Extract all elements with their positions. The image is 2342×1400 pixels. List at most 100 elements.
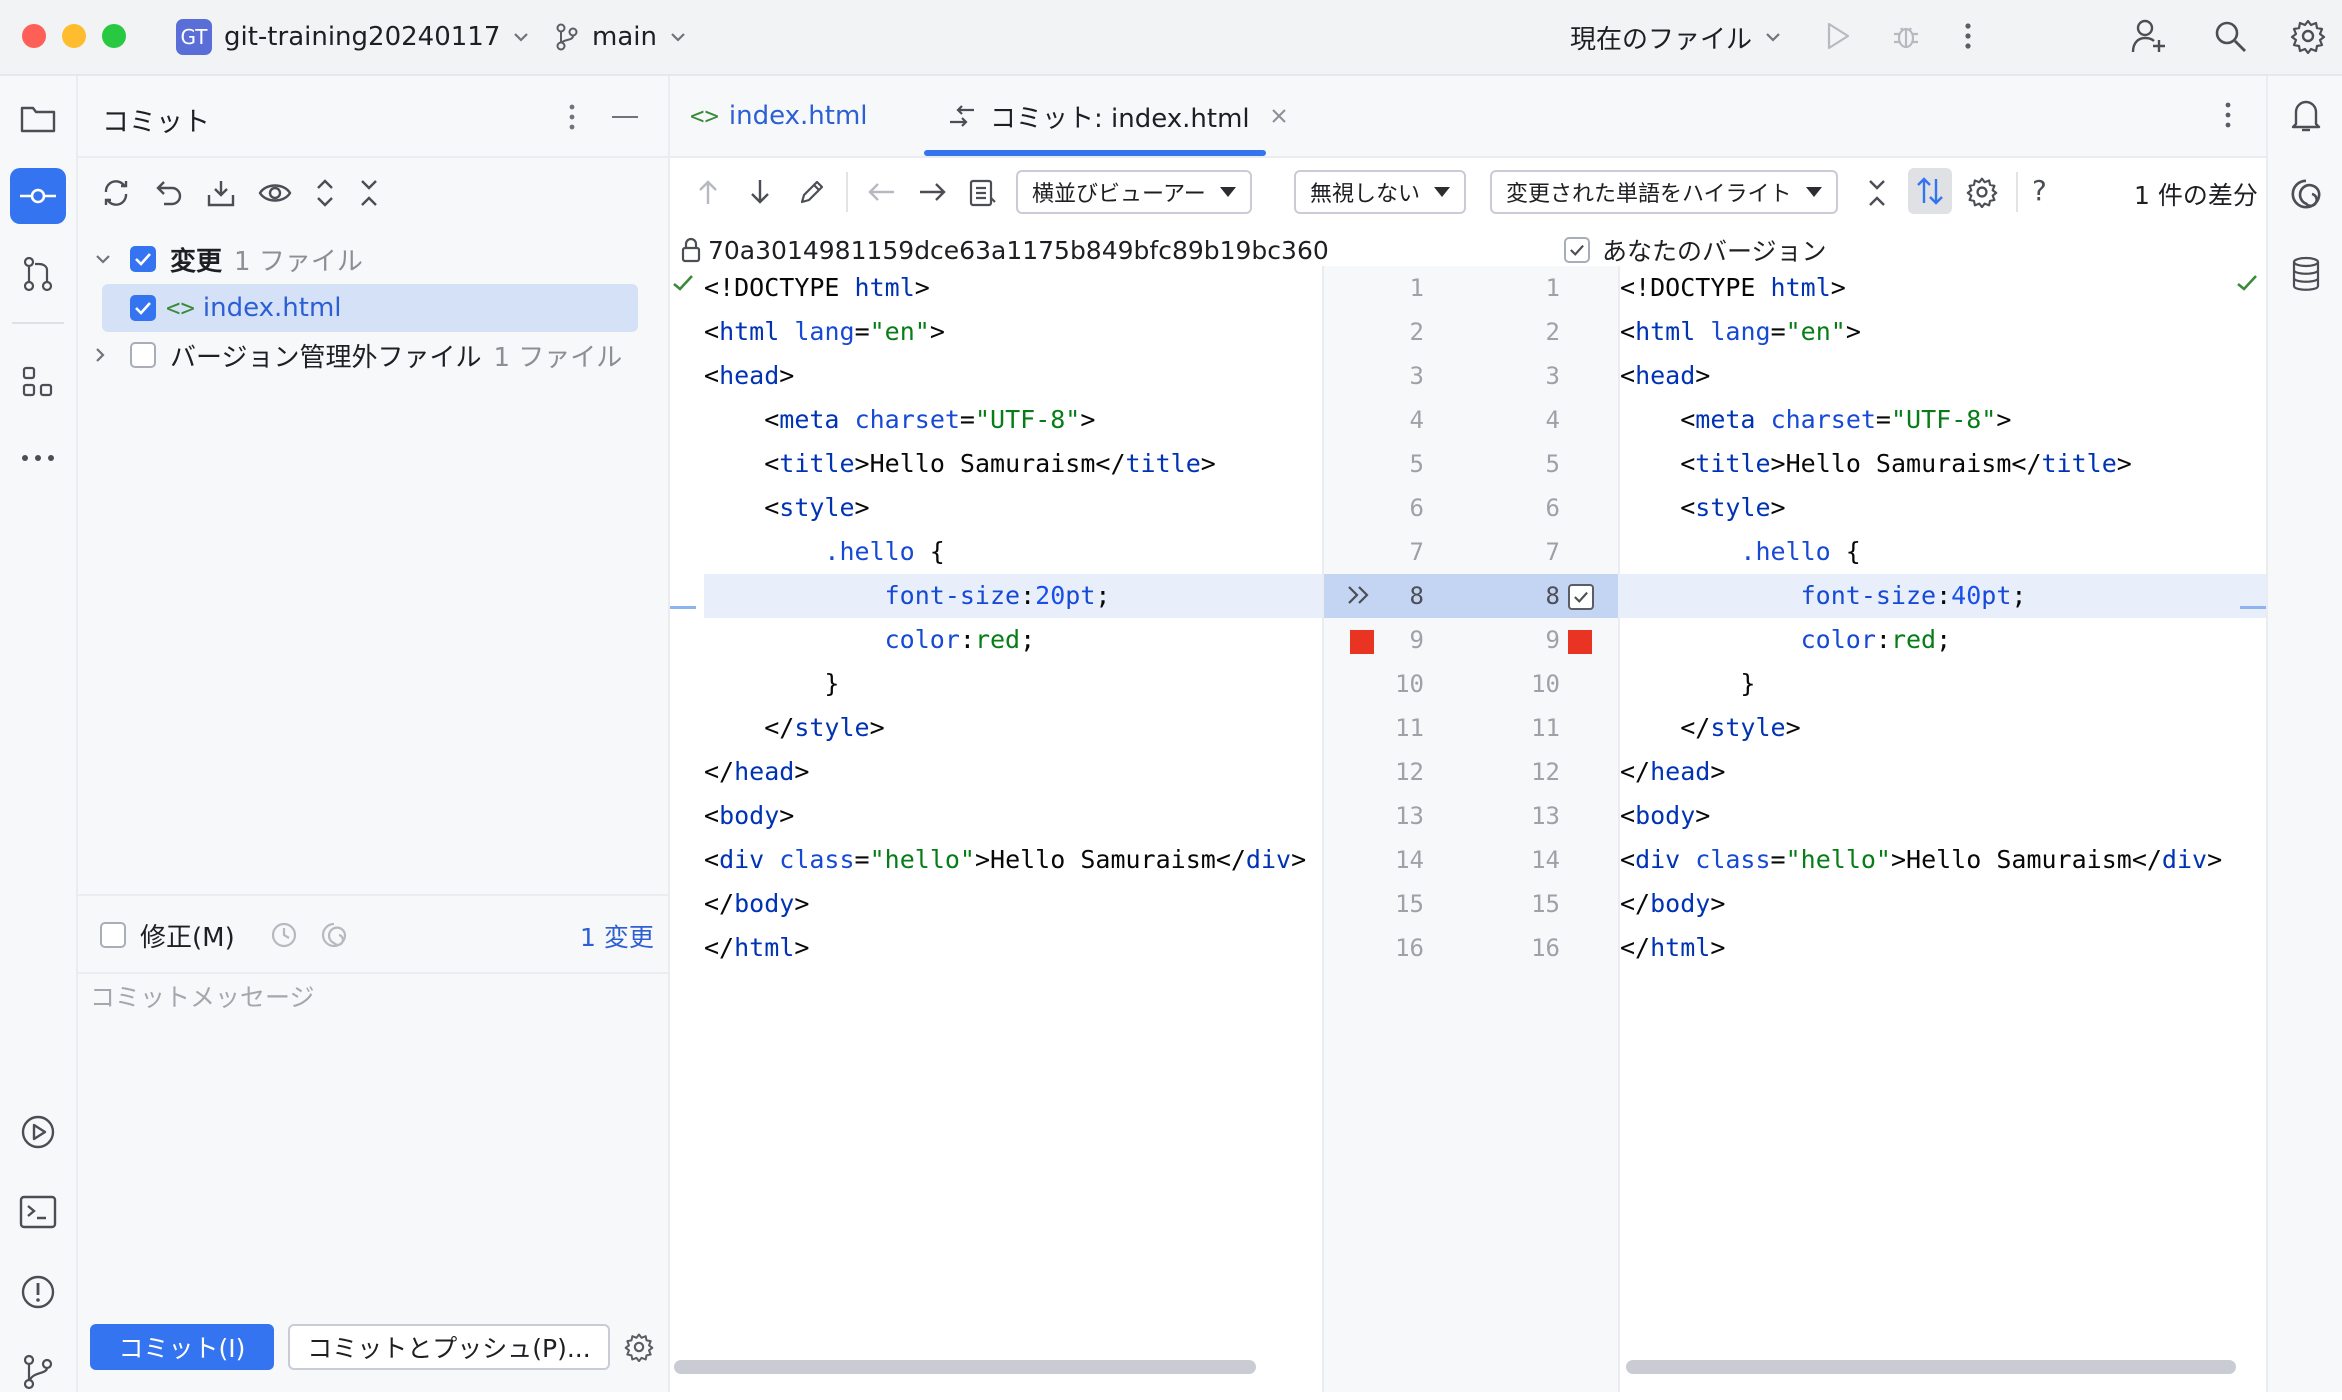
right-line-number-12[interactable]: 12 — [1500, 750, 1560, 794]
eye-icon[interactable] — [258, 181, 292, 205]
debug-icon[interactable] — [1890, 20, 1922, 52]
ai-assistant-icon[interactable] — [2288, 176, 2324, 212]
refresh-icon[interactable] — [100, 178, 132, 208]
run-icon[interactable] — [1822, 20, 1852, 52]
left-line-number-12[interactable]: 12 — [1364, 750, 1424, 794]
gear-icon[interactable] — [2290, 18, 2326, 54]
file-checkbox[interactable] — [130, 295, 156, 321]
highlight-mode-dropdown[interactable]: 変更された単語をハイライト — [1490, 170, 1838, 214]
add-user-icon[interactable] — [2130, 16, 2168, 56]
left-line-number-7[interactable]: 7 — [1364, 530, 1424, 574]
left-line-number-1[interactable]: 1 — [1364, 266, 1424, 310]
right-diff-pane[interactable]: <!DOCTYPE html> <html lang="en"> <head> <m… — [1618, 266, 2266, 1356]
right-line-number-5[interactable]: 5 — [1500, 442, 1560, 486]
right-line-number-15[interactable]: 15 — [1500, 882, 1560, 926]
left-line-number-3[interactable]: 3 — [1364, 354, 1424, 398]
right-line-number-7[interactable]: 7 — [1500, 530, 1560, 574]
file-view-icon[interactable] — [968, 178, 998, 208]
pull-request-icon[interactable] — [10, 246, 66, 302]
changes-checkbox[interactable] — [130, 246, 156, 272]
left-line-number-4[interactable]: 4 — [1364, 398, 1424, 442]
right-line-number-8[interactable]: 8 — [1500, 574, 1560, 618]
collapse-all-icon[interactable] — [358, 178, 380, 208]
left-line-number-14[interactable]: 14 — [1364, 838, 1424, 882]
more-vertical-icon[interactable] — [2222, 100, 2234, 130]
edit-source-icon[interactable] — [798, 178, 826, 206]
viewer-mode-dropdown[interactable]: 横並びビューアー — [1016, 170, 1252, 214]
project-folder-icon[interactable] — [10, 90, 66, 146]
branch-selector[interactable]: main — [554, 18, 687, 56]
chevron-down-icon[interactable] — [94, 253, 130, 265]
shelve-icon[interactable] — [206, 178, 236, 208]
collapse-unchanged-icon[interactable] — [1866, 178, 1888, 208]
close-window-button[interactable] — [22, 24, 46, 48]
right-line-number-11[interactable]: 11 — [1500, 706, 1560, 750]
tab-index-html[interactable]: <> index.html — [690, 76, 868, 156]
commit-and-push-button[interactable]: コミットとプッシュ(P)... — [288, 1324, 610, 1370]
right-line-number-13[interactable]: 13 — [1500, 794, 1560, 838]
minimize-icon[interactable] — [612, 116, 638, 118]
right-line-number-1[interactable]: 1 — [1500, 266, 1560, 310]
next-diff-icon[interactable] — [748, 178, 772, 206]
ai-assistant-icon[interactable] — [319, 920, 349, 950]
notifications-bell-icon[interactable] — [2288, 96, 2324, 134]
left-line-number-8[interactable]: 8 — [1364, 574, 1424, 618]
problems-icon[interactable] — [10, 1264, 66, 1320]
forward-arrow-icon[interactable] — [918, 180, 948, 204]
commit-tool-icon[interactable] — [10, 168, 66, 224]
minimize-window-button[interactable] — [62, 24, 86, 48]
ignore-mode-dropdown[interactable]: 無視しない — [1294, 170, 1467, 214]
back-arrow-icon[interactable] — [866, 180, 896, 204]
left-line-number-10[interactable]: 10 — [1364, 662, 1424, 706]
history-icon[interactable] — [269, 920, 299, 950]
right-line-number-10[interactable]: 10 — [1500, 662, 1560, 706]
right-line-number-6[interactable]: 6 — [1500, 486, 1560, 530]
commit-message-field[interactable]: コミットメッセージ — [78, 974, 668, 1384]
run-config-selector[interactable]: 現在のファイル — [1570, 18, 1782, 56]
left-horizontal-scrollbar[interactable] — [674, 1360, 1256, 1374]
right-line-number-16[interactable]: 16 — [1500, 926, 1560, 970]
right-line-number-3[interactable]: 3 — [1500, 354, 1560, 398]
left-diff-pane[interactable]: <!DOCTYPE html> <html lang="en"> <head> <m… — [670, 266, 1322, 1356]
more-vertical-icon[interactable] — [566, 102, 578, 132]
project-selector[interactable]: GT git-training20240117 — [176, 18, 530, 56]
right-line-number-9[interactable]: 9 — [1500, 618, 1560, 662]
close-icon[interactable] — [1270, 107, 1288, 125]
rollback-icon[interactable] — [154, 178, 184, 208]
tab-commit-diff[interactable]: コミット: index.html — [946, 76, 1288, 156]
terminal-icon[interactable] — [10, 1184, 66, 1240]
commit-options-gear-icon[interactable] — [624, 1332, 654, 1362]
search-icon[interactable] — [2212, 18, 2248, 54]
expand-all-icon[interactable] — [314, 178, 336, 208]
right-line-number-4[interactable]: 4 — [1500, 398, 1560, 442]
amend-checkbox[interactable] — [100, 922, 126, 948]
right-line-number-14[interactable]: 14 — [1500, 838, 1560, 882]
right-line-number-2[interactable]: 2 — [1500, 310, 1560, 354]
file-row-index-html[interactable]: <> index.html — [102, 284, 638, 332]
database-icon[interactable] — [2290, 256, 2322, 292]
gear-icon[interactable] — [1966, 176, 1998, 208]
right-horizontal-scrollbar[interactable] — [1626, 1360, 2236, 1374]
include-change-checkbox[interactable] — [1568, 584, 1594, 610]
left-line-number-11[interactable]: 11 — [1364, 706, 1424, 750]
your-version-checkbox[interactable] — [1564, 237, 1590, 263]
left-line-number-5[interactable]: 5 — [1364, 442, 1424, 486]
unversioned-checkbox[interactable] — [130, 342, 156, 368]
unversioned-group[interactable]: バージョン管理外ファイル 1 ファイル — [94, 332, 654, 378]
left-line-number-6[interactable]: 6 — [1364, 486, 1424, 530]
more-horizontal-icon[interactable] — [10, 430, 66, 486]
previous-diff-icon[interactable] — [696, 178, 720, 206]
commit-button[interactable]: コミット(I) — [90, 1324, 274, 1370]
changes-link[interactable]: 1 変更 — [580, 918, 654, 954]
services-icon[interactable] — [10, 1104, 66, 1160]
changes-group[interactable]: 変更 1 ファイル — [94, 236, 654, 282]
help-icon[interactable]: ? — [2032, 174, 2047, 207]
chevron-right-icon[interactable] — [94, 346, 130, 364]
left-line-number-16[interactable]: 16 — [1364, 926, 1424, 970]
left-line-number-15[interactable]: 15 — [1364, 882, 1424, 926]
left-line-number-2[interactable]: 2 — [1364, 310, 1424, 354]
amend-label[interactable]: 修正(M) — [140, 917, 235, 954]
more-vertical-icon[interactable] — [1962, 20, 1974, 52]
zoom-window-button[interactable] — [102, 24, 126, 48]
breakpoint-icon[interactable] — [1568, 630, 1592, 654]
